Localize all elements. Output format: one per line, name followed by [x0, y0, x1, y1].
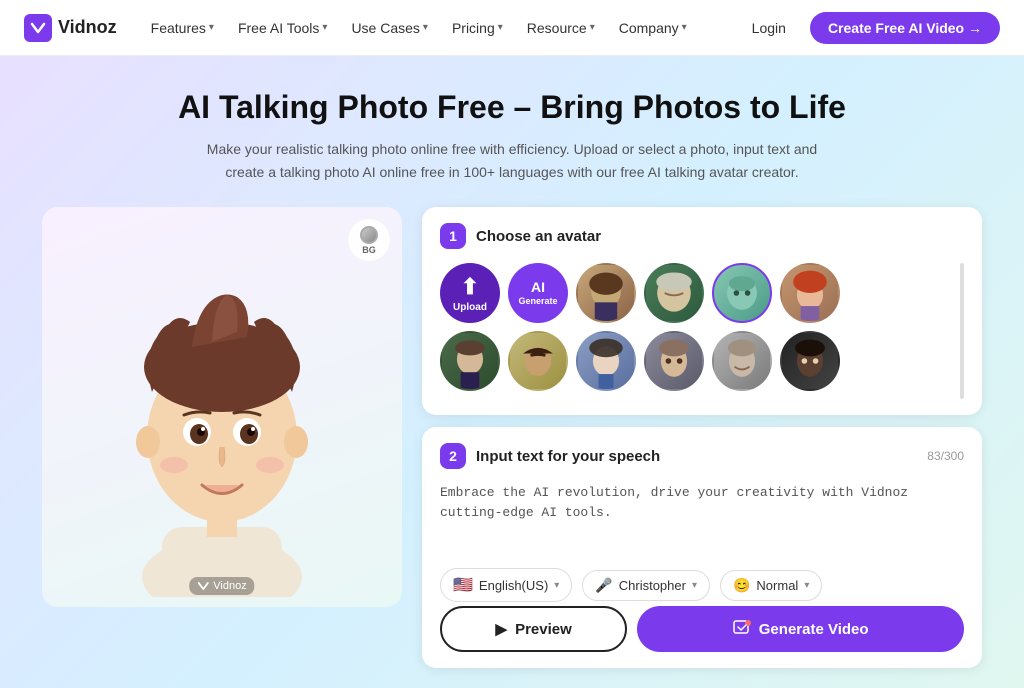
- login-button[interactable]: Login: [740, 14, 798, 42]
- avatar-item-10[interactable]: [780, 331, 840, 391]
- avatar-item-7[interactable]: [576, 331, 636, 391]
- bg-button[interactable]: BG: [348, 219, 390, 261]
- chevron-down-icon: ▾: [322, 22, 327, 33]
- chevron-down-icon: ▾: [590, 22, 595, 33]
- tone-dropdown[interactable]: 😊 Normal ▾: [720, 570, 822, 601]
- watermark: Vidnoz: [189, 577, 254, 595]
- step2-card: 2 Input text for your speech 83/300 🇺🇸 E…: [422, 427, 982, 668]
- chevron-down-icon: ▾: [804, 580, 809, 591]
- play-icon: ▶: [496, 620, 508, 638]
- logo[interactable]: Vidnoz: [24, 14, 117, 42]
- char-count: 83/300: [927, 449, 964, 463]
- step1-title: Choose an avatar: [476, 228, 601, 245]
- nav-pricing[interactable]: Pricing ▾: [442, 14, 513, 42]
- tone-label: Normal: [756, 578, 798, 593]
- avatar-generate-button[interactable]: AI Generate: [508, 263, 568, 323]
- nav-company[interactable]: Company ▾: [609, 14, 697, 42]
- nav-items: Features ▾ Free AI Tools ▾ Use Cases ▾ P…: [141, 14, 716, 42]
- page-title: AI Talking Photo Free – Bring Photos to …: [24, 88, 1000, 126]
- chevron-down-icon: ▾: [498, 22, 503, 33]
- step1-header: 1 Choose an avatar: [440, 223, 964, 249]
- create-video-button[interactable]: Create Free AI Video →: [810, 12, 1000, 44]
- nav-features[interactable]: Features ▾: [141, 14, 224, 42]
- avatar-grid-wrapper: ⬆ Upload AI Generate: [440, 263, 964, 399]
- controls-row: 🇺🇸 English(US) ▾ 🎤 Christopher ▾ 😊 Norma…: [440, 568, 964, 602]
- avatar-item-8[interactable]: [644, 331, 704, 391]
- action-row: ▶ ▶ Preview Preview Generate Video: [440, 606, 964, 652]
- main-content: BG Vidnoz 1 Choose an avatar: [42, 207, 982, 688]
- upload-icon: ⬆: [461, 274, 479, 300]
- nav-use-cases[interactable]: Use Cases ▾: [341, 14, 438, 42]
- avatar-item-2[interactable]: [644, 263, 704, 323]
- step2-number: 2: [440, 443, 466, 469]
- chevron-down-icon: ▾: [423, 22, 428, 33]
- voice-icon: 🎤: [595, 577, 612, 594]
- chevron-down-icon: ▾: [554, 580, 559, 591]
- avatar-item-3[interactable]: [712, 263, 772, 323]
- hero-section: AI Talking Photo Free – Bring Photos to …: [0, 56, 1024, 688]
- avatar-upload-button[interactable]: ⬆ Upload: [440, 263, 500, 323]
- step1-card: 1 Choose an avatar ⬆ Upload: [422, 207, 982, 415]
- bg-circle-icon: [360, 226, 378, 244]
- nav-resource[interactable]: Resource ▾: [517, 14, 605, 42]
- tone-icon: 😊: [733, 577, 750, 594]
- avatar-item-4[interactable]: [780, 263, 840, 323]
- avatar-item-1[interactable]: [576, 263, 636, 323]
- language-dropdown[interactable]: 🇺🇸 English(US) ▾: [440, 568, 572, 602]
- avatar-item-6[interactable]: [508, 331, 568, 391]
- language-label: English(US): [479, 578, 548, 593]
- generate-icon: [733, 618, 751, 640]
- chevron-down-icon: ▾: [692, 580, 697, 591]
- ai-label: AI: [531, 280, 545, 294]
- avatar-row-2: [440, 331, 952, 391]
- avatar-item-5[interactable]: [440, 331, 500, 391]
- avatar-row-1: ⬆ Upload AI Generate: [440, 263, 952, 323]
- voice-dropdown[interactable]: 🎤 Christopher ▾: [582, 570, 710, 601]
- chevron-down-icon: ▾: [209, 22, 214, 33]
- right-panel: 1 Choose an avatar ⬆ Upload: [422, 207, 982, 668]
- logo-icon: [24, 14, 52, 42]
- hero-subtitle: Make your realistic talking photo online…: [202, 138, 822, 183]
- step2-title: Input text for your speech: [476, 448, 660, 465]
- bg-label: BG: [362, 245, 376, 255]
- chevron-down-icon: ▾: [682, 22, 687, 33]
- flag-icon: 🇺🇸: [453, 575, 473, 595]
- generate-video-button[interactable]: Generate Video: [637, 606, 964, 652]
- avatar-item-9[interactable]: [712, 331, 772, 391]
- preview-button[interactable]: ▶ ▶ Preview Preview: [440, 606, 627, 652]
- voice-label: Christopher: [619, 578, 686, 593]
- avatar-preview-image: [42, 207, 402, 607]
- navbar: Vidnoz Features ▾ Free AI Tools ▾ Use Ca…: [0, 0, 1024, 56]
- step1-number: 1: [440, 223, 466, 249]
- nav-right: Login Create Free AI Video →: [740, 12, 1000, 44]
- nav-free-ai-tools[interactable]: Free AI Tools ▾: [228, 14, 337, 42]
- logo-text: Vidnoz: [58, 17, 117, 38]
- speech-textarea[interactable]: [440, 483, 964, 553]
- avatar-preview-panel: BG Vidnoz: [42, 207, 402, 607]
- avatar-scrollbar[interactable]: [960, 263, 964, 399]
- step2-header: 2 Input text for your speech 83/300: [440, 443, 964, 469]
- generate-label: Generate Video: [759, 621, 869, 638]
- avatar-rows: ⬆ Upload AI Generate: [440, 263, 952, 399]
